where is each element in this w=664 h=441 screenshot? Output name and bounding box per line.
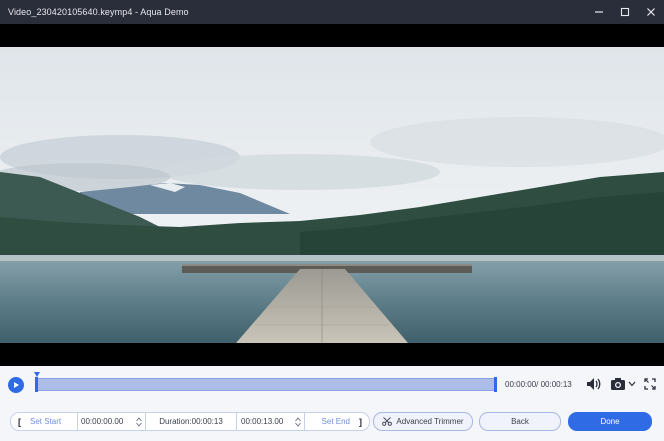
done-label: Done	[600, 417, 620, 426]
chevron-down-icon[interactable]	[295, 422, 301, 427]
minimize-button[interactable]	[586, 0, 612, 24]
trim-timeline[interactable]	[34, 372, 497, 392]
video-frame	[0, 47, 664, 343]
back-button[interactable]: Back	[479, 412, 561, 431]
close-icon	[647, 8, 655, 16]
end-time-stepper[interactable]	[292, 413, 304, 430]
chevron-down-icon[interactable]	[628, 381, 636, 387]
set-start-button[interactable]: [ Set Start	[11, 413, 78, 430]
duration-display: Duration:00:00:13	[146, 413, 237, 430]
end-time-value: 00:00:13.00	[241, 417, 284, 426]
trim-range-group: [ Set Start 00:00:00.00 Duration:00:00:1…	[10, 412, 370, 431]
set-start-label: Set Start	[30, 417, 62, 426]
trimmer-icon	[382, 417, 393, 426]
advanced-trimmer-label: Advanced Trimmer	[396, 417, 464, 426]
window-title: Video_230420105640.keymp4 - Aqua Demo	[8, 7, 189, 17]
start-time-stepper[interactable]	[133, 413, 145, 430]
close-button[interactable]	[638, 0, 664, 24]
done-button[interactable]: Done	[568, 412, 652, 431]
open-bracket-icon: [	[18, 416, 21, 427]
play-icon	[14, 382, 19, 388]
trim-start-handle[interactable]	[35, 377, 38, 392]
fullscreen-icon	[644, 378, 656, 390]
play-button[interactable]	[8, 377, 24, 393]
trim-controls: [ Set Start 00:00:00.00 Duration:00:00:1…	[0, 404, 664, 441]
snapshot-button[interactable]	[609, 376, 637, 392]
advanced-trimmer-button[interactable]: Advanced Trimmer	[373, 412, 473, 431]
camera-icon	[611, 378, 625, 390]
set-end-label: Set End	[321, 417, 350, 426]
maximize-button[interactable]	[612, 0, 638, 24]
playback-bar: 00:00:00/ 00:00:13	[0, 366, 664, 404]
title-bar: Video_230420105640.keymp4 - Aqua Demo	[0, 0, 664, 24]
back-label: Back	[511, 417, 529, 426]
minimize-icon	[595, 11, 603, 13]
trim-end-handle[interactable]	[494, 377, 497, 392]
fullscreen-button[interactable]	[643, 376, 657, 392]
editor-window: Video_230420105640.keymp4 - Aqua Demo 00…	[0, 0, 664, 441]
chevron-down-icon[interactable]	[136, 422, 142, 427]
close-bracket-icon: ]	[359, 416, 362, 427]
duration-label: Duration:00:00:13	[159, 417, 223, 426]
volume-icon	[587, 378, 601, 390]
window-controls	[586, 0, 664, 24]
video-preview[interactable]	[0, 24, 664, 366]
set-end-button[interactable]: Set End ]	[305, 413, 369, 430]
maximize-icon	[620, 7, 630, 17]
volume-button[interactable]	[585, 376, 603, 392]
start-time-value: 00:00:00.00	[81, 417, 124, 426]
start-time-field[interactable]: 00:00:00.00	[78, 413, 146, 430]
playhead-marker[interactable]	[34, 372, 40, 377]
end-time-field[interactable]: 00:00:13.00	[237, 413, 305, 430]
timecode-display: 00:00:00/ 00:00:13	[505, 380, 572, 389]
